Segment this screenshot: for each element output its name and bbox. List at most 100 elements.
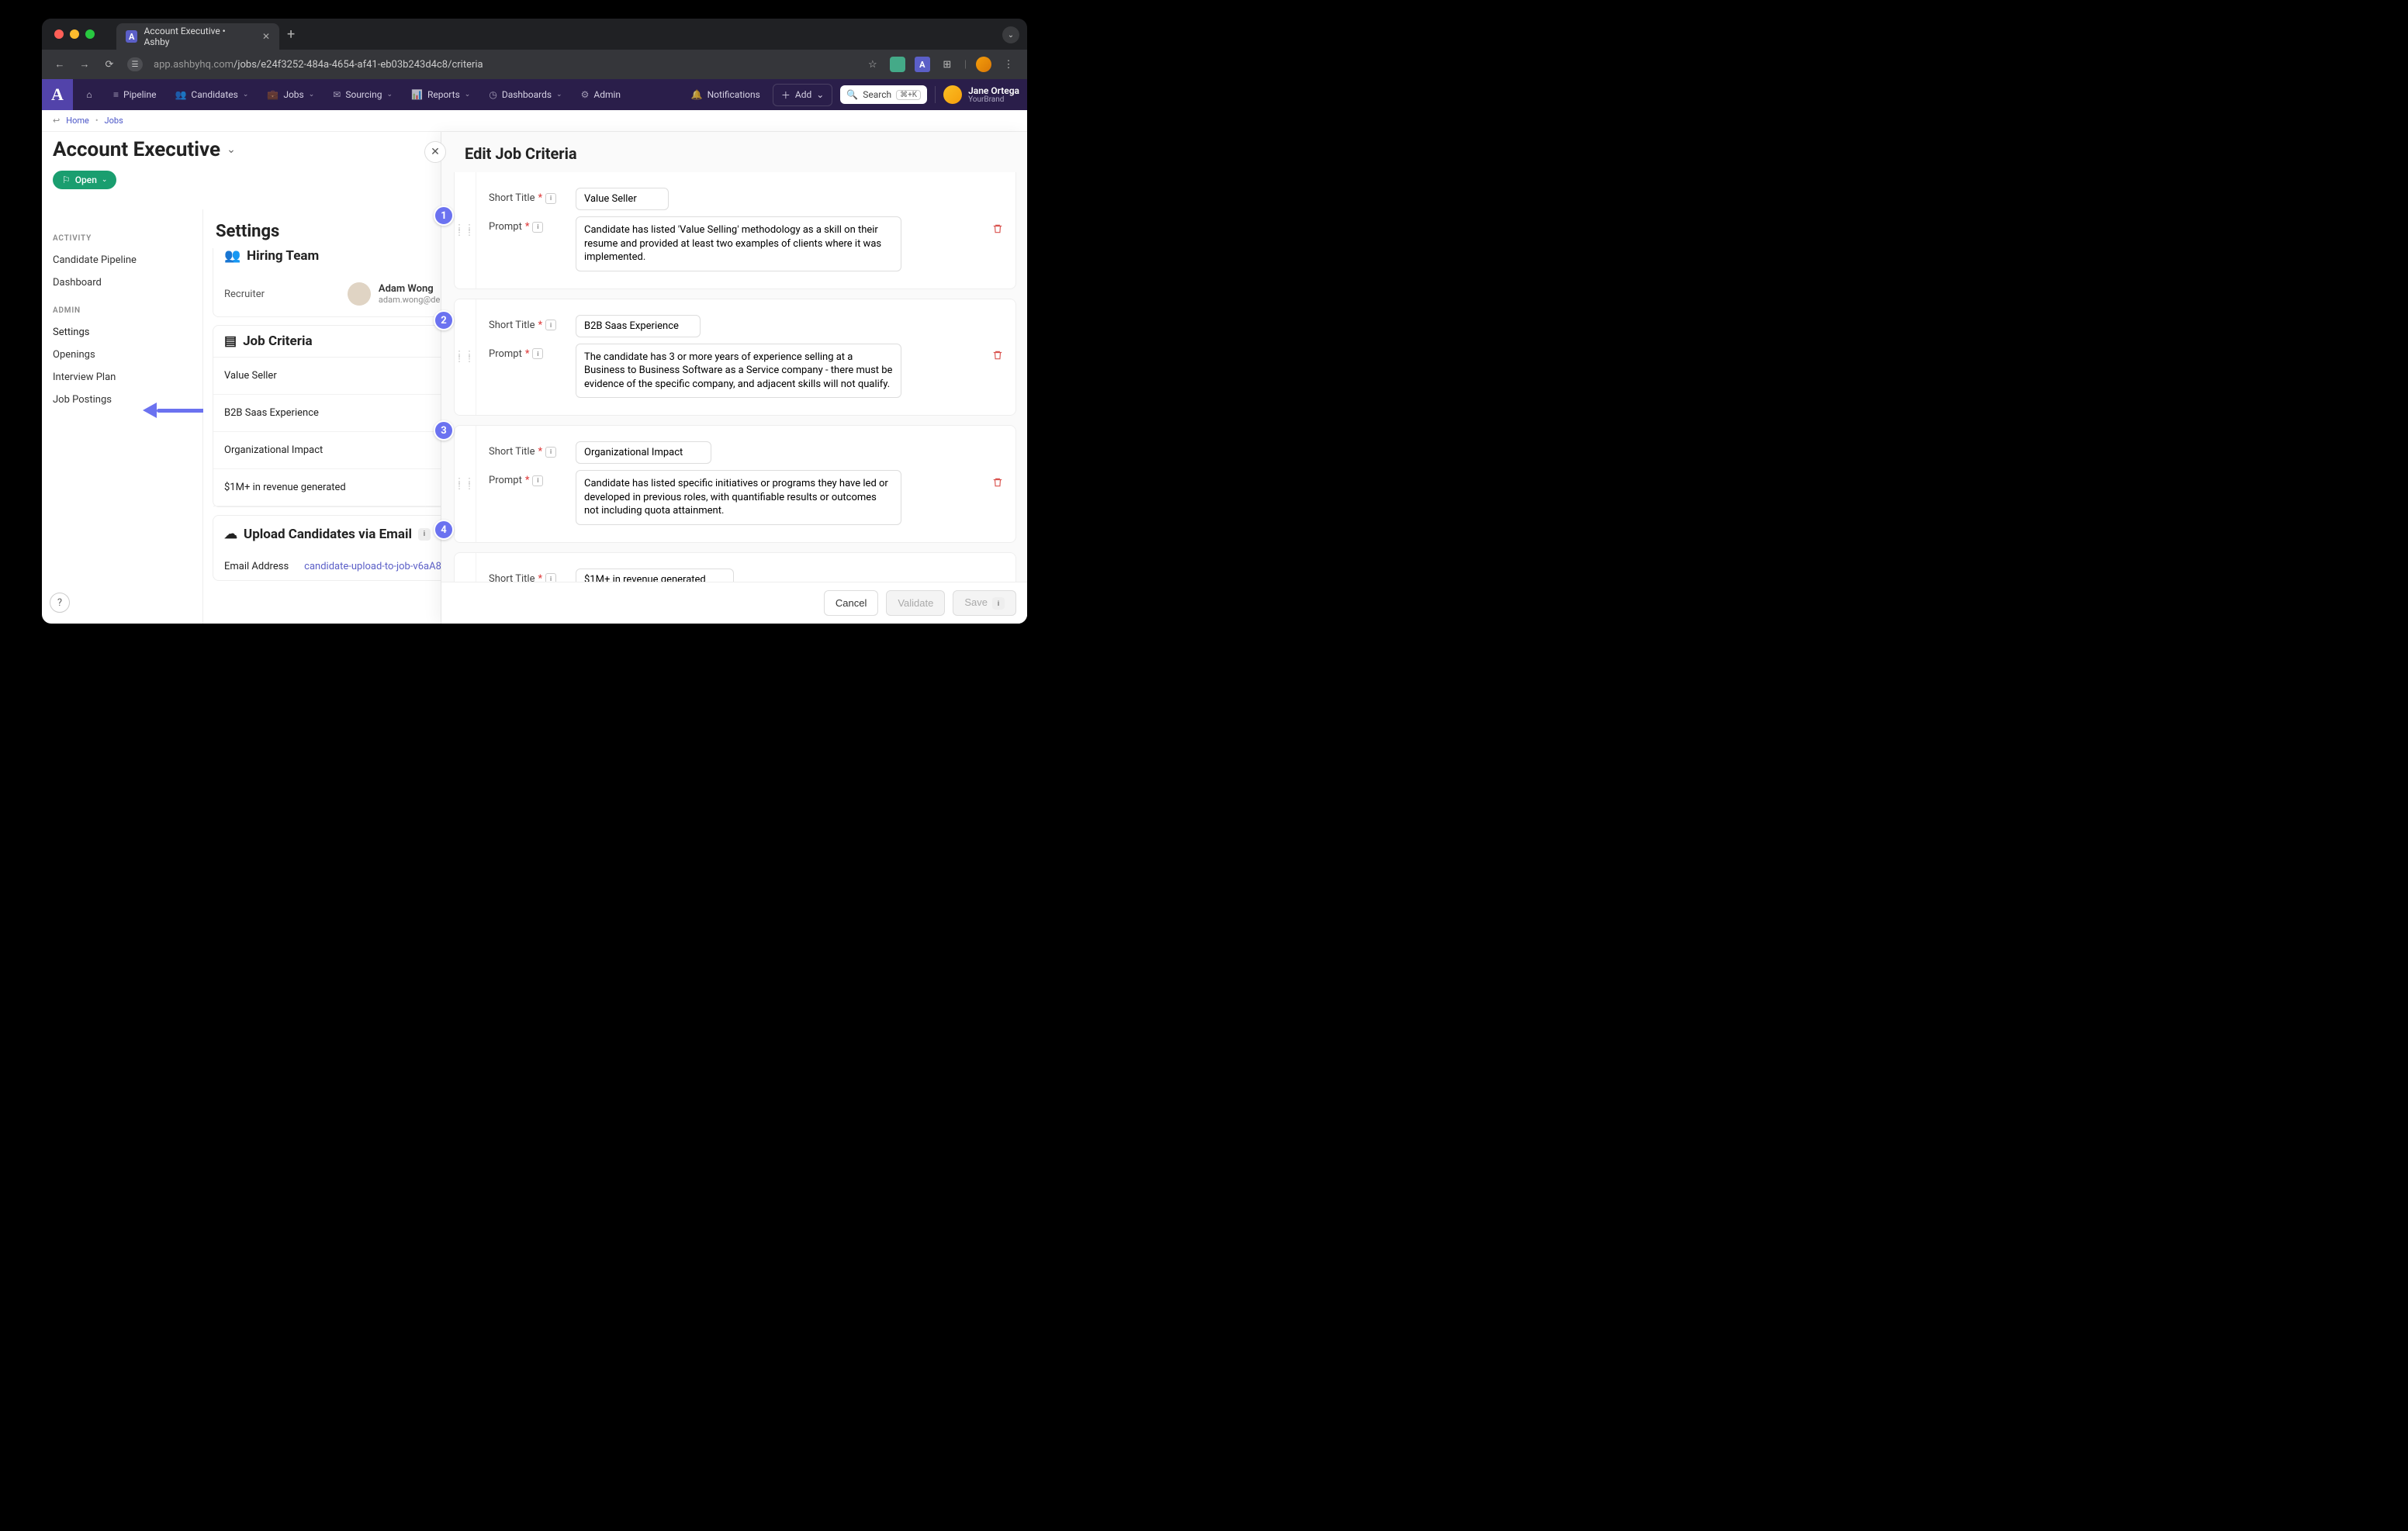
team-icon: 👥 bbox=[224, 248, 240, 264]
briefcase-icon: 💼 bbox=[267, 89, 279, 100]
send-icon: ✉ bbox=[333, 89, 341, 100]
filter-icon: ≡ bbox=[113, 89, 119, 100]
back-icon[interactable]: ↩ bbox=[53, 116, 60, 126]
browser-actions: ☆ A ⊞ | ⋮ bbox=[865, 57, 1016, 72]
forward-button[interactable]: → bbox=[78, 58, 92, 71]
step-marker-3: 3 bbox=[434, 420, 454, 441]
short-title-input[interactable] bbox=[576, 188, 669, 210]
drawer-footer: Cancel Validate Savei bbox=[441, 582, 1027, 624]
help-button[interactable]: ? bbox=[50, 593, 70, 613]
info-icon[interactable]: i bbox=[545, 573, 556, 582]
search-button[interactable]: 🔍Search⌘+K bbox=[840, 85, 927, 104]
home-icon[interactable]: ⌂ bbox=[76, 89, 102, 100]
short-title-input[interactable] bbox=[576, 315, 701, 337]
browser-tab[interactable]: A Account Executive • Ashby ✕ bbox=[116, 23, 279, 50]
chevron-down-icon: ⌄ bbox=[309, 91, 315, 98]
bell-icon: 🔔 bbox=[691, 89, 703, 100]
sidebar-item-candidate-pipeline[interactable]: Candidate Pipeline bbox=[53, 249, 199, 271]
close-tab-icon[interactable]: ✕ bbox=[262, 31, 270, 42]
nav-pipeline[interactable]: ≡Pipeline bbox=[106, 79, 164, 110]
job-criteria-panel: ▤Job Criteria Value Seller B2B Saas Expe… bbox=[213, 325, 479, 507]
info-icon[interactable]: i bbox=[418, 528, 431, 541]
delete-criteria-button[interactable] bbox=[992, 477, 1003, 491]
user-name: Jane Ortega bbox=[968, 86, 1019, 95]
breadcrumb-home[interactable]: Home bbox=[66, 116, 89, 126]
delete-criteria-button[interactable] bbox=[992, 350, 1003, 364]
job-status-pill[interactable]: ⚐ Open ⌄ bbox=[53, 171, 116, 189]
tab-strip: A Account Executive • Ashby ✕ + ⌄ bbox=[42, 19, 1027, 50]
new-tab-button[interactable]: + bbox=[279, 22, 303, 47]
recruiter-label: Recruiter bbox=[224, 289, 294, 300]
delete-criteria-button[interactable] bbox=[992, 223, 1003, 237]
chevron-down-icon: ⌄ bbox=[465, 91, 471, 98]
hiring-team-panel: 👥Hiring Team Recruiter Adam Wong adam.wo… bbox=[213, 248, 479, 317]
nav-candidates[interactable]: 👥Candidates⌄ bbox=[167, 79, 256, 110]
info-icon[interactable]: i bbox=[545, 320, 556, 330]
edit-criteria-drawer: ✕ Edit Job Criteria ⋮⋮⋮⋮ Short Title*i P… bbox=[441, 132, 1027, 624]
ashby-logo[interactable]: A bbox=[42, 79, 73, 110]
chrome-menu-icon[interactable]: ⋮ bbox=[1001, 57, 1016, 72]
notifications-button[interactable]: 🔔Notifications bbox=[687, 79, 765, 110]
drag-handle[interactable]: ⋮⋮⋮⋮ bbox=[455, 553, 476, 582]
cloud-upload-icon: ☁ bbox=[224, 527, 237, 542]
prompt-textarea[interactable] bbox=[576, 470, 901, 525]
chrome-profile-avatar[interactable] bbox=[976, 57, 991, 72]
sidebar-item-dashboard[interactable]: Dashboard bbox=[53, 271, 199, 294]
sidebar-item-interview-plan[interactable]: Interview Plan bbox=[53, 366, 199, 389]
info-icon[interactable]: i bbox=[545, 447, 556, 458]
nav-dashboards[interactable]: ◷Dashboards⌄ bbox=[481, 79, 569, 110]
user-menu[interactable]: Jane Ortega YourBrand bbox=[943, 85, 1019, 104]
user-avatar bbox=[943, 85, 962, 104]
window-controls[interactable] bbox=[51, 29, 101, 39]
prompt-textarea[interactable] bbox=[576, 216, 901, 271]
save-button[interactable]: Savei bbox=[953, 590, 1016, 616]
site-info-icon[interactable]: ☰ bbox=[127, 57, 143, 71]
add-button[interactable]: ＋Add⌄ bbox=[773, 84, 832, 106]
url-field[interactable]: app.ashbyhq.com/jobs/e24f3252-484a-4654-… bbox=[154, 59, 854, 71]
nav-reports[interactable]: 📊Reports⌄ bbox=[403, 79, 478, 110]
close-window-button[interactable] bbox=[54, 29, 64, 39]
short-title-input[interactable] bbox=[576, 569, 734, 582]
bookmark-icon[interactable]: ☆ bbox=[865, 57, 881, 72]
info-icon[interactable]: i bbox=[532, 348, 543, 359]
nav-admin[interactable]: ⚙Admin bbox=[573, 79, 628, 110]
ashby-extension-icon[interactable]: A bbox=[915, 57, 930, 72]
info-icon[interactable]: i bbox=[532, 222, 543, 233]
info-icon: i bbox=[992, 597, 1005, 610]
chevron-down-icon: ⌄ bbox=[243, 91, 249, 98]
info-icon[interactable]: i bbox=[545, 193, 556, 204]
drag-handle[interactable]: ⋮⋮⋮⋮ bbox=[455, 299, 476, 416]
breadcrumb: ↩ Home • Jobs bbox=[42, 110, 1027, 132]
short-title-input[interactable] bbox=[576, 441, 711, 464]
drag-handle[interactable]: ⋮⋮⋮⋮ bbox=[455, 172, 476, 289]
drag-handle[interactable]: ⋮⋮⋮⋮ bbox=[455, 426, 476, 542]
close-drawer-button[interactable]: ✕ bbox=[424, 141, 446, 163]
sidebar-item-openings[interactable]: Openings bbox=[53, 344, 199, 366]
info-icon[interactable]: i bbox=[532, 475, 543, 486]
breadcrumb-jobs[interactable]: Jobs bbox=[105, 116, 123, 126]
minimize-window-button[interactable] bbox=[70, 29, 79, 39]
prompt-textarea[interactable] bbox=[576, 344, 901, 399]
cancel-button[interactable]: Cancel bbox=[824, 590, 878, 616]
validate-button[interactable]: Validate bbox=[886, 590, 945, 616]
extensions-puzzle-icon[interactable]: ⊞ bbox=[939, 57, 955, 72]
chevron-down-icon: ⌄ bbox=[386, 91, 393, 98]
criteria-list-item[interactable]: $1M+ in revenue generated bbox=[213, 469, 478, 506]
sidebar: ACTIVITY Candidate Pipeline Dashboard AD… bbox=[42, 209, 203, 624]
sidebar-item-settings[interactable]: Settings bbox=[53, 321, 199, 344]
gear-icon: ⚙ bbox=[581, 89, 590, 100]
nav-sourcing[interactable]: ✉Sourcing⌄ bbox=[325, 79, 400, 110]
reload-button[interactable]: ⟳ bbox=[102, 59, 116, 71]
chrome-overflow-icon[interactable]: ⌄ bbox=[1002, 26, 1019, 43]
divider bbox=[935, 86, 936, 103]
chevron-down-icon[interactable]: ⌄ bbox=[227, 143, 236, 156]
upload-email-value[interactable]: candidate-upload-to-job-v6aA86 bbox=[304, 561, 447, 572]
criteria-list-item[interactable]: Value Seller bbox=[213, 358, 478, 395]
maximize-window-button[interactable] bbox=[85, 29, 95, 39]
nav-jobs[interactable]: 💼Jobs⌄ bbox=[259, 79, 322, 110]
plus-icon: ＋ bbox=[781, 88, 791, 102]
chevron-down-icon: ⌄ bbox=[816, 89, 824, 100]
extension-icon[interactable] bbox=[890, 57, 905, 72]
back-button[interactable]: ← bbox=[53, 58, 67, 71]
chevron-down-icon: ⌄ bbox=[102, 176, 108, 184]
